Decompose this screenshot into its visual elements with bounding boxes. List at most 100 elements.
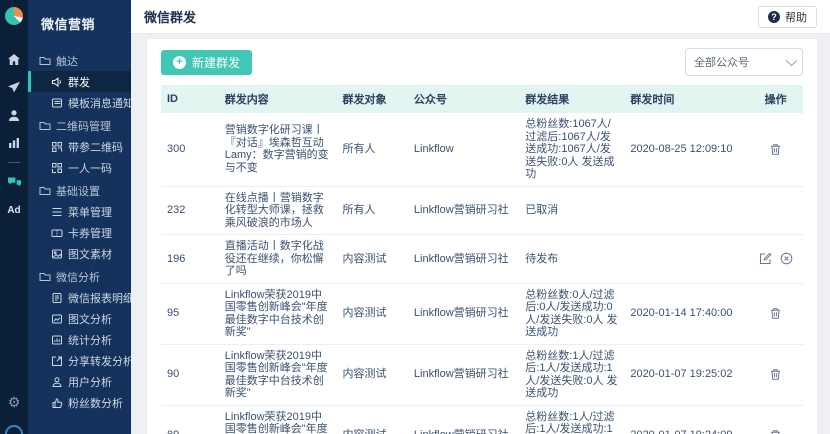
cell-content: Linkflow荣获2019中国零售创新峰会"年度最佳数字中台技术创新奖" <box>218 344 337 406</box>
sidebar-item-user-analysis[interactable]: 用户分析 <box>28 371 131 392</box>
help-button[interactable]: ? 帮助 <box>758 5 817 28</box>
sidebar-item-stats-analysis[interactable]: 统计分析 <box>28 329 131 350</box>
cell-content: Linkflow荣获2019中国零售创新峰会"年度最佳数字中台技术创新奖" <box>218 405 337 434</box>
rail-icon-list: Ad <box>7 45 22 224</box>
cell-ops <box>748 405 803 434</box>
sidebar-item-label: 图文素材 <box>68 248 112 261</box>
sidebar-item-label: 粉丝数分析 <box>68 397 123 410</box>
home-icon[interactable] <box>7 45 21 73</box>
personal-qrcode-icon <box>50 162 63 174</box>
sidebar-item-media-material[interactable]: 图文素材 <box>28 243 131 264</box>
cell-result: 总粉丝数:1067人/过滤后:1067人/发送成功:1067人/发送失败:0人 … <box>519 113 625 187</box>
sidebar-item-menu-manage[interactable]: 菜单管理 <box>28 201 131 222</box>
rail-divider <box>8 162 20 163</box>
folder-icon <box>38 55 51 67</box>
cancel-button[interactable] <box>776 252 797 265</box>
column-header: 群发对象 <box>336 85 408 113</box>
sidebar-item-broadcast[interactable]: 群发 <box>28 71 131 92</box>
new-broadcast-label: 新建群发 <box>192 55 241 70</box>
cell-account: Linkflow营销研习社 <box>407 234 520 284</box>
sidebar-item-label: 一人一码 <box>68 162 112 175</box>
sidebar-group-wechat-analysis[interactable]: 微信分析 <box>28 266 131 287</box>
sidebar-item-label: 微信报表明细 <box>68 292 131 305</box>
column-header: 公众号 <box>407 85 520 113</box>
delete-button[interactable] <box>765 429 786 434</box>
sidebar-group-basic-settings[interactable]: 基础设置 <box>28 180 131 201</box>
bar-chart-icon[interactable] <box>7 129 21 157</box>
sidebar-item-share-forward-analysis[interactable]: 分享转发分析 <box>28 350 131 371</box>
cell-id: 89 <box>161 405 219 434</box>
account-filter-value: 全部公众号 <box>694 57 749 69</box>
app-logo[interactable] <box>5 7 23 25</box>
edit-icon <box>759 252 772 265</box>
edit-button[interactable] <box>755 252 776 265</box>
delete-button[interactable] <box>765 143 786 156</box>
cancel-circle-icon <box>780 252 793 265</box>
sidebar-item-label: 分享转发分析 <box>68 355 131 368</box>
cell-time: 2020-01-07 19:25:02 <box>624 344 749 406</box>
sidebar-item-article-analysis[interactable]: 图文分析 <box>28 308 131 329</box>
sidebar-item-template-message[interactable]: 模板消息通知 <box>28 92 131 113</box>
cell-target: 内容测试 <box>336 405 408 434</box>
cell-time <box>624 234 749 284</box>
cell-ops <box>748 344 803 406</box>
account-filter-select[interactable]: 全部公众号 <box>685 48 803 76</box>
column-header: 群发时间 <box>624 85 749 113</box>
sidebar: 微信营销 触达 群发 模板消息通知 二维码管理 带参二维码一人一码基础设置菜单管理 卡券管… <box>28 0 131 434</box>
sidebar-group-label: 基础设置 <box>56 185 100 198</box>
cell-result: 已取消 <box>519 186 625 235</box>
delete-button[interactable] <box>765 368 786 381</box>
column-header: ID <box>161 85 219 113</box>
cell-target: 内容测试 <box>336 234 408 284</box>
question-icon: ? <box>768 10 780 23</box>
table-header-row: ID 群发内容 群发对象 公众号 群发结果 群发时间 操作 <box>161 85 803 113</box>
bottom-widget-icon[interactable] <box>5 425 23 434</box>
sidebar-group-qrcode-manage[interactable]: 二维码管理 <box>28 115 131 136</box>
sidebar-group-label: 微信分析 <box>56 271 100 284</box>
user-icon[interactable] <box>7 101 21 129</box>
cell-content: 直播活动丨数字化战役还在继续，你松懈了吗 <box>218 234 337 284</box>
trash-icon <box>769 307 782 320</box>
sidebar-item-label: 图文分析 <box>68 313 112 326</box>
share-analysis-icon <box>50 355 63 367</box>
sidebar-item-wechat-report-detail[interactable]: 微信报表明细 <box>28 287 131 308</box>
cell-id: 90 <box>161 344 219 406</box>
trash-icon <box>769 143 782 156</box>
cell-result: 待发布 <box>519 234 625 284</box>
sidebar-item-card-coupon[interactable]: 卡券管理 <box>28 222 131 243</box>
cell-account: Linkflow营销研习社 <box>407 283 520 345</box>
fans-analysis-icon <box>50 397 63 409</box>
ad-icon[interactable]: Ad <box>7 196 20 224</box>
report-icon <box>50 292 63 304</box>
broadcast-table: ID 群发内容 群发对象 公众号 群发结果 群发时间 操作 300 营销数字化研习课丨『对话』… <box>161 85 803 434</box>
cell-content: 营销数字化研习课丨『对话』埃森哲互动Lamy：数字营销的变与不变 <box>218 113 337 187</box>
settings-gear-icon[interactable]: ⚙ <box>8 395 21 409</box>
menu-manage-icon <box>50 206 63 218</box>
cell-id: 95 <box>161 283 219 345</box>
cell-content: 在线点播丨营销数字化转型大师课，拯救乘风破浪的市场人 <box>218 186 337 235</box>
page-title: 微信群发 <box>144 10 197 25</box>
main-area: 微信群发 ? 帮助 + 新建群发 全部公众号 ID 群发内容 群发对象 公众号 … <box>131 0 830 434</box>
card-coupon-icon <box>50 227 63 239</box>
cell-result: 总粉丝数:1人/过滤后:1人/发送成功:1人/发送失败:0人 发送成功 <box>519 405 625 434</box>
cell-target: 内容测试 <box>336 344 408 406</box>
delete-button[interactable] <box>765 307 786 320</box>
cell-account: Linkflow营销研习社 <box>407 405 520 434</box>
stats-analysis-icon <box>50 334 63 346</box>
sidebar-title: 微信营销 <box>41 17 96 32</box>
template-message-icon <box>50 97 63 109</box>
content-area: + 新建群发 全部公众号 ID 群发内容 群发对象 公众号 群发结果 群发时间 操作 300… <box>131 34 830 434</box>
cell-ops <box>748 113 803 187</box>
sidebar-item-personal-qrcode[interactable]: 一人一码 <box>28 157 131 178</box>
cell-id: 196 <box>161 234 219 284</box>
rail-bottom: ⚙ <box>0 395 28 434</box>
sidebar-item-fans-analysis[interactable]: 粉丝数分析 <box>28 392 131 413</box>
folder-icon <box>38 120 51 132</box>
sidebar-item-param-qrcode[interactable]: 带参二维码 <box>28 136 131 157</box>
new-broadcast-button[interactable]: + 新建群发 <box>161 49 253 75</box>
wechat-chat-icon[interactable] <box>7 168 22 196</box>
send-icon[interactable] <box>7 73 21 101</box>
cell-time <box>624 186 749 235</box>
cell-time: 2020-01-14 17:40:00 <box>624 283 749 345</box>
sidebar-group-reach[interactable]: 触达 <box>28 50 131 71</box>
